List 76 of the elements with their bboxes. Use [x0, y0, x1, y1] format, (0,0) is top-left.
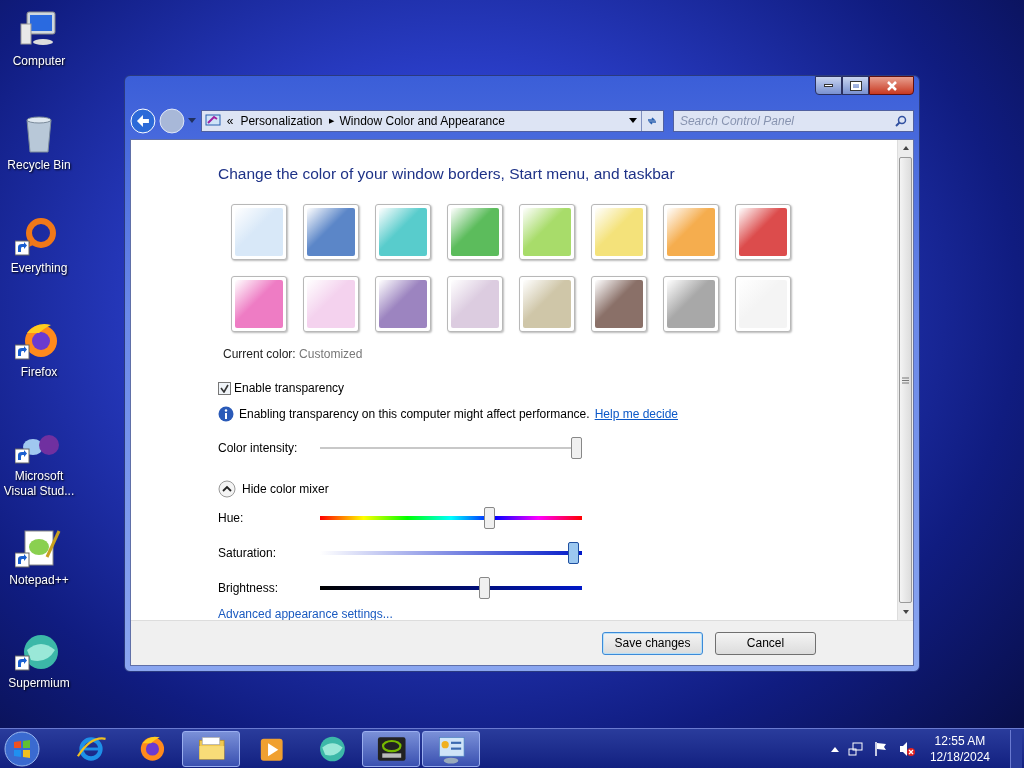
intensity-label: Color intensity:: [218, 440, 299, 458]
color-swatch[interactable]: [375, 276, 431, 333]
network-icon[interactable]: [847, 740, 864, 757]
taskbar-button[interactable]: [182, 730, 240, 767]
checkbox-label[interactable]: Enable transparency: [234, 379, 345, 398]
breadcrumb-item[interactable]: Personalization: [240, 112, 323, 130]
slider-thumb[interactable]: [484, 507, 496, 530]
tray-expand-icon[interactable]: [830, 745, 839, 752]
start-button[interactable]: [2, 729, 42, 768]
slider-thumb[interactable]: [568, 542, 580, 565]
current-color-value: Customized: [299, 347, 363, 362]
color-swatch[interactable]: [591, 276, 647, 333]
save-button[interactable]: Save changes: [602, 631, 703, 655]
current-color-label: Current color:: [223, 347, 296, 362]
color-swatch[interactable]: [231, 276, 287, 333]
close-icon: [886, 80, 897, 91]
search-icon[interactable]: [895, 115, 907, 127]
scroll-thumb[interactable]: [899, 157, 912, 603]
help-link[interactable]: Help me decide: [594, 405, 679, 424]
desktop-icon-label[interactable]: Firefox: [20, 365, 58, 381]
caret-icon[interactable]: [187, 118, 196, 124]
color-swatch[interactable]: [735, 276, 791, 333]
color-swatch[interactable]: [519, 276, 575, 333]
hue-slider[interactable]: [320, 507, 582, 530]
desktop-icon-label[interactable]: Computer: [12, 54, 66, 69]
desktop-icon-label[interactable]: Supermium: [8, 676, 70, 692]
intensity-slider[interactable]: [320, 437, 582, 460]
scrollbar[interactable]: [897, 140, 913, 620]
slider-label: Brightness:: [218, 580, 280, 598]
taskbar-clock[interactable]: 12:55 AM 12/18/2024: [929, 732, 990, 765]
color-swatch[interactable]: [663, 276, 719, 333]
color-swatch[interactable]: [519, 204, 575, 261]
info-icon: [218, 406, 234, 423]
desktop-icon-label[interactable]: Recycle Bin: [7, 157, 71, 173]
breadcrumb-item[interactable]: Window Color and Appearance: [339, 112, 505, 130]
slider-label: Hue:: [218, 510, 245, 528]
slider-label: Saturation:: [218, 545, 278, 563]
grip-icon: [902, 376, 909, 384]
color-swatch[interactable]: [735, 204, 791, 261]
advanced-settings-link[interactable]: Advanced appearance settings...: [218, 607, 897, 623]
refresh-icon: [646, 115, 659, 127]
close-button[interactable]: [869, 76, 914, 95]
breadcrumb-overflow[interactable]: «: [226, 112, 234, 130]
checkbox[interactable]: [218, 381, 231, 395]
flag-icon[interactable]: [872, 740, 889, 757]
back-arrow-button[interactable]: [130, 108, 156, 134]
color-swatch[interactable]: [591, 204, 647, 261]
minimize-button[interactable]: [815, 76, 842, 95]
color-swatch[interactable]: [303, 276, 359, 333]
color-swatch[interactable]: [447, 204, 503, 261]
slider-thumb[interactable]: [479, 577, 491, 600]
color-swatch[interactable]: [663, 204, 719, 261]
taskbar-button[interactable]: [362, 730, 420, 767]
clock-date: 12/18/2024: [929, 748, 990, 765]
clock-time: 12:55 AM: [934, 732, 986, 749]
color-swatch[interactable]: [303, 204, 359, 261]
color-swatch[interactable]: [375, 204, 431, 261]
slider-thumb[interactable]: [570, 437, 582, 460]
dropdown-caret-icon[interactable]: [628, 118, 637, 124]
forward-arrow-button[interactable]: [158, 108, 185, 134]
page-heading: Change the color of your window borders, Start menu, and taskbar: [218, 164, 676, 184]
taskbar-button[interactable]: [422, 730, 480, 767]
speaker-muted-icon[interactable]: [897, 740, 916, 757]
cancel-button[interactable]: Cancel: [715, 631, 816, 655]
check-icon: [220, 383, 229, 393]
color-swatch[interactable]: [231, 204, 287, 261]
maximize-button[interactable]: [842, 76, 869, 95]
mixer-toggle-label[interactable]: Hide color mixer: [242, 480, 329, 499]
saturation-slider[interactable]: [320, 542, 582, 565]
info-text: Enabling transparency on this computer might affect performance.: [239, 406, 590, 424]
desktop-icon-label[interactable]: Everything: [10, 261, 68, 277]
collapse-button[interactable]: [218, 480, 236, 499]
desktop-icon-label[interactable]: Microsoft Visual Stud...: [0, 468, 78, 499]
brightness-slider[interactable]: [320, 577, 582, 600]
desktop-icon-label[interactable]: Notepad++: [9, 572, 69, 588]
color-swatch[interactable]: [447, 276, 503, 333]
